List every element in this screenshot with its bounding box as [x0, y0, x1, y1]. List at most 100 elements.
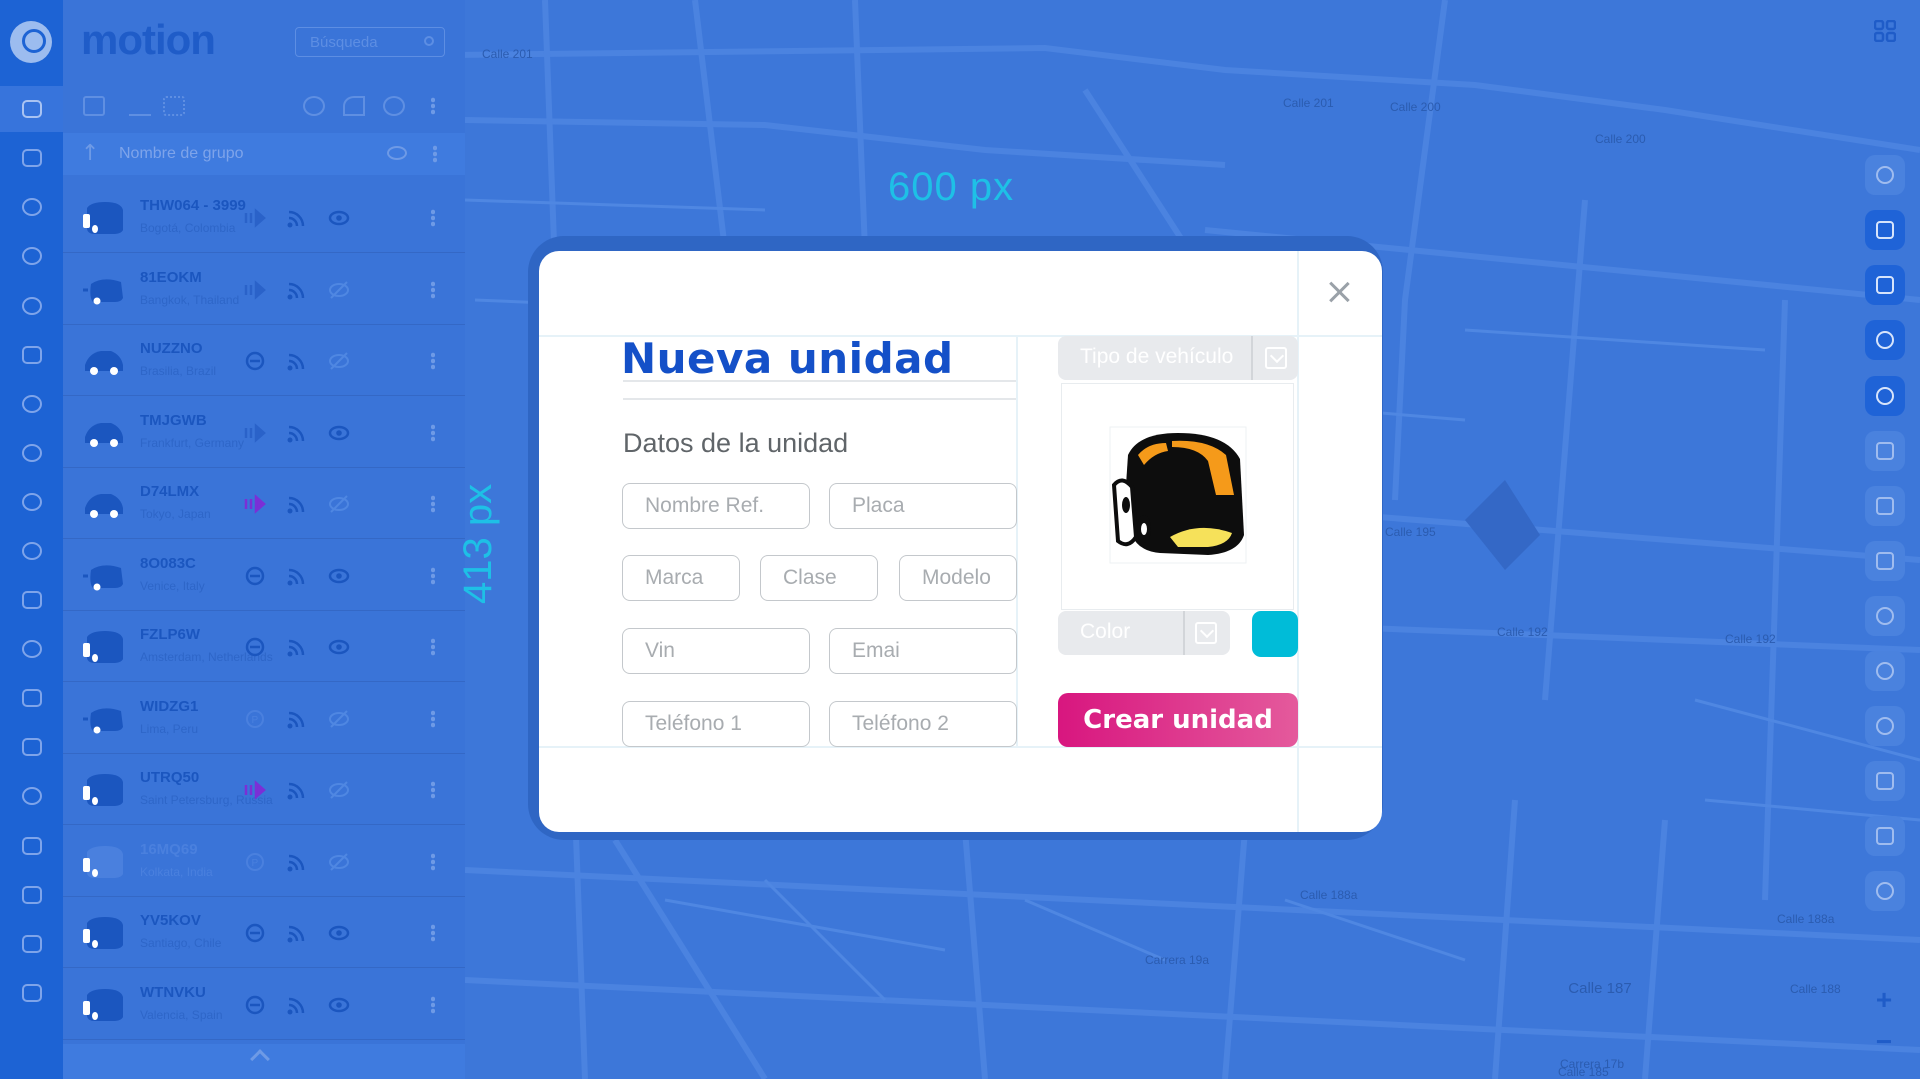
eye-icon[interactable] — [328, 565, 350, 587]
telefono-2-field[interactable]: Teléfono 2 — [829, 701, 1017, 747]
vehicle-type-select[interactable]: Tipo de vehículo — [1058, 336, 1298, 380]
email-field[interactable]: Emai — [829, 628, 1017, 674]
visibility-filter-icon[interactable] — [383, 96, 405, 116]
tasks-nav-button[interactable] — [0, 675, 63, 721]
sort-az-icon[interactable] — [129, 96, 151, 116]
map-ruler-button[interactable] — [1865, 816, 1905, 856]
unit-more-icon[interactable] — [431, 352, 435, 370]
eye-icon[interactable] — [328, 994, 350, 1016]
eye-icon[interactable] — [328, 922, 350, 944]
unit-row[interactable]: NUZZNO Brasilia, Brazil — [63, 326, 465, 396]
routes-nav-button[interactable] — [0, 135, 63, 181]
unit-more-icon[interactable] — [431, 209, 435, 227]
unit-row[interactable]: 81EOKM Bangkok, Thailand — [63, 254, 465, 325]
search-input[interactable]: Búsqueda — [295, 27, 445, 57]
eye-icon[interactable] — [328, 422, 350, 444]
zoom-out-button[interactable]: − — [1872, 1028, 1896, 1056]
unit-row[interactable]: YV5KOV Santiago, Chile — [63, 898, 465, 968]
documents-nav-button[interactable] — [0, 577, 63, 623]
zoom-in-button[interactable]: + — [1872, 986, 1896, 1014]
geofence-nav-button[interactable] — [0, 184, 63, 230]
scroll-up-button[interactable] — [63, 1044, 465, 1079]
apps-grid-icon[interactable] — [1874, 20, 1896, 42]
color-swatch[interactable] — [1252, 611, 1298, 657]
dashboard-nav-button[interactable] — [0, 724, 63, 770]
map-layers-button[interactable] — [1865, 210, 1905, 250]
reports-nav-button[interactable] — [0, 233, 63, 279]
share-nav-button[interactable] — [0, 773, 63, 819]
map-traffic-button[interactable] — [1865, 871, 1905, 911]
telefono-1-field[interactable]: Teléfono 1 — [622, 701, 810, 747]
map-speed-button[interactable] — [1865, 651, 1905, 691]
unit-row[interactable]: WIDZG1 Lima, Peru P — [63, 683, 465, 754]
unit-row[interactable]: THW064 - 3999 Bogotá, Colombia — [63, 183, 465, 253]
street-label: Calle 201 — [482, 47, 533, 61]
close-icon[interactable] — [1326, 279, 1352, 305]
map-book-button[interactable] — [1865, 761, 1905, 801]
drivers-nav-button[interactable] — [0, 283, 63, 329]
profile-nav-button[interactable] — [0, 528, 63, 574]
unit-more-icon[interactable] — [431, 280, 435, 299]
speed-nav-button[interactable] — [0, 626, 63, 672]
unit-row[interactable]: TMJGWB Frankfurt, Germany — [63, 397, 465, 468]
unit-more-icon[interactable] — [431, 566, 435, 585]
map-navigate-button[interactable] — [1865, 265, 1905, 305]
unit-row[interactable]: UTRQ50 Saint Petersburg, Russia — [63, 755, 465, 825]
grid-view-icon[interactable] — [163, 96, 185, 116]
nombre-ref-field[interactable]: Nombre Ref. — [622, 483, 810, 529]
map-routes-button[interactable] — [1865, 486, 1905, 526]
map-search-button[interactable] — [1865, 155, 1905, 195]
group-more-icon[interactable] — [433, 145, 437, 163]
unit-more-icon[interactable] — [431, 495, 435, 513]
alerts-nav-button[interactable] — [0, 430, 63, 476]
color-select[interactable]: Color — [1058, 611, 1230, 655]
unit-row[interactable]: 16MQ69 Kolkata, India P — [63, 826, 465, 897]
map-history-button[interactable] — [1865, 596, 1905, 636]
unit-more-icon[interactable] — [431, 781, 435, 799]
vin-field[interactable]: Vin — [622, 628, 810, 674]
signal-filter-icon[interactable] — [343, 96, 365, 116]
marca-field[interactable]: Marca — [622, 555, 740, 601]
map-user-button[interactable] — [1865, 706, 1905, 746]
map-target-button[interactable] — [1865, 376, 1905, 416]
eye-icon[interactable] — [387, 146, 407, 160]
eye-off-icon[interactable] — [328, 493, 350, 515]
unit-more-icon[interactable] — [431, 852, 435, 871]
unit-more-icon[interactable] — [431, 924, 435, 942]
logs-nav-button[interactable] — [0, 921, 63, 967]
units-nav-button[interactable] — [0, 86, 63, 132]
unit-row[interactable]: D74LMX Tokyo, Japan — [63, 469, 465, 539]
unit-row[interactable]: WTNVKU Valencia, Spain — [63, 969, 465, 1040]
eye-off-icon[interactable] — [328, 279, 350, 301]
map-window-button[interactable] — [1865, 431, 1905, 471]
eye-off-icon[interactable] — [328, 851, 350, 873]
create-unit-button[interactable]: Crear unidad — [1058, 693, 1298, 747]
toolbar-more-icon[interactable] — [431, 97, 435, 115]
eye-off-icon[interactable] — [328, 779, 350, 801]
eye-off-icon[interactable] — [328, 708, 350, 730]
modelo-field[interactable]: Modelo — [899, 555, 1017, 601]
unit-more-icon[interactable] — [431, 423, 435, 442]
unit-more-icon[interactable] — [431, 709, 435, 728]
maintenance-nav-button[interactable] — [0, 332, 63, 378]
map-drivers-button[interactable] — [1865, 320, 1905, 360]
eye-icon[interactable] — [328, 207, 350, 229]
motion-filter-icon[interactable] — [303, 96, 325, 116]
unit-more-icon[interactable] — [431, 638, 435, 656]
placa-field[interactable]: Placa — [829, 483, 1017, 529]
messages-nav-button[interactable] — [0, 970, 63, 1016]
eye-off-icon[interactable] — [328, 350, 350, 372]
unit-row[interactable]: 8O083C Venice, Italy — [63, 540, 465, 611]
user-avatar-icon[interactable] — [10, 21, 52, 63]
map-fullscreen-button[interactable] — [1865, 541, 1905, 581]
clase-field[interactable]: Clase — [760, 555, 878, 601]
forms-nav-button[interactable] — [0, 872, 63, 918]
vehicle-filter-icon[interactable] — [83, 96, 105, 116]
history-nav-button[interactable] — [0, 381, 63, 427]
eye-icon[interactable] — [328, 636, 350, 658]
camera-nav-button[interactable] — [0, 823, 63, 869]
group-header[interactable]: ↑ Nombre de grupo — [63, 133, 465, 175]
unit-row[interactable]: FZLP6W Amsterdam, Netherlands — [63, 612, 465, 682]
users-nav-button[interactable] — [0, 479, 63, 525]
unit-more-icon[interactable] — [431, 995, 435, 1014]
